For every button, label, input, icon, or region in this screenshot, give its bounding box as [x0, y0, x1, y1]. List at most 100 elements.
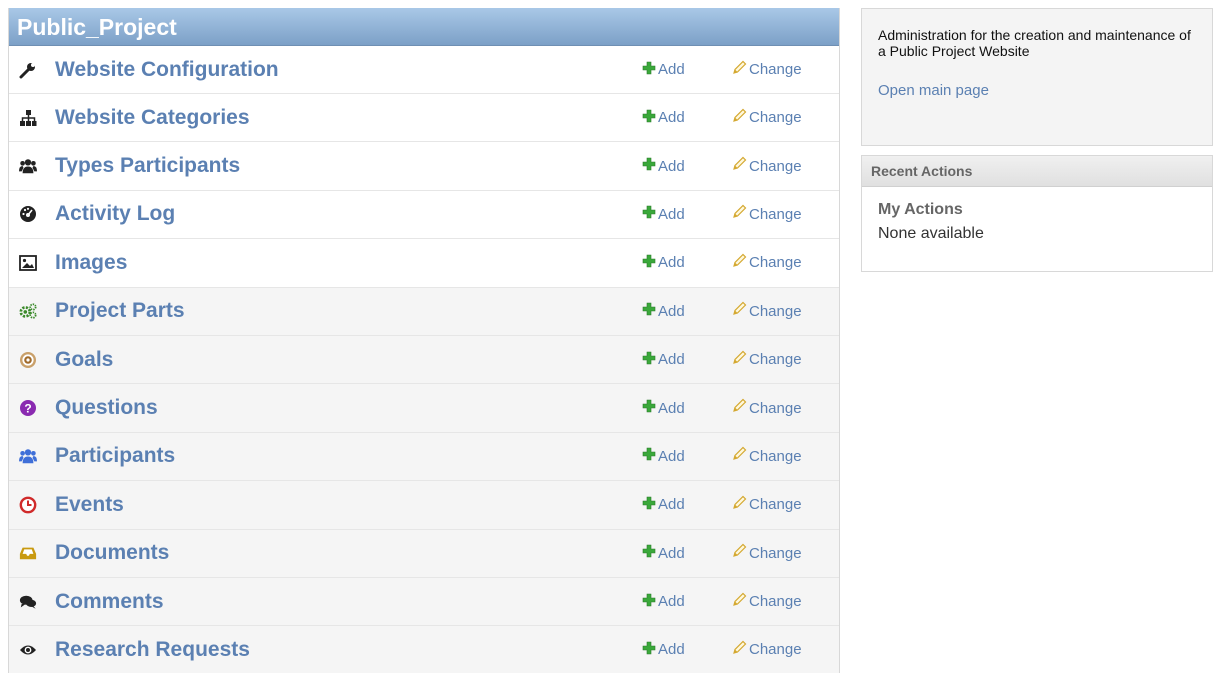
add-link[interactable]: Add: [642, 641, 685, 659]
add-label: Add: [658, 109, 685, 127]
model-link[interactable]: Questions: [55, 396, 158, 420]
add-label: Add: [658, 61, 685, 78]
change-link[interactable]: Change: [731, 204, 802, 224]
cogs-icon: [19, 302, 37, 320]
add-label: Add: [658, 205, 685, 223]
add-label: Add: [658, 157, 685, 175]
change-link[interactable]: Change: [731, 398, 802, 418]
add-link[interactable]: Add: [642, 447, 685, 465]
change-label: Change: [749, 447, 802, 465]
target-icon: [19, 351, 37, 369]
add-label: Add: [658, 302, 685, 320]
pencil-icon: [731, 204, 749, 224]
change-label: Change: [749, 399, 802, 417]
question-icon: ?: [19, 399, 37, 417]
model-row: Images Add Change: [9, 239, 839, 288]
add-link[interactable]: Add: [642, 109, 685, 127]
sitemap-icon: [19, 109, 37, 127]
model-row: Website Categories Add Change: [9, 94, 839, 143]
add-link[interactable]: Add: [642, 351, 685, 369]
dashboard-icon: [19, 205, 37, 223]
pencil-icon: [731, 301, 749, 321]
model-row: Comments Add Change: [9, 577, 839, 627]
module-caption[interactable]: Public_Project: [9, 8, 839, 46]
clock-icon: [19, 496, 37, 514]
picture-icon: [19, 254, 37, 272]
model-link[interactable]: Research Requests: [55, 638, 250, 662]
add-link[interactable]: Add: [642, 593, 685, 611]
model-row: Documents Add Change: [9, 529, 839, 578]
app-description: Administration for the creation and main…: [878, 27, 1191, 59]
recent-actions-title: Recent Actions: [862, 156, 1212, 187]
add-link[interactable]: Add: [642, 496, 685, 514]
plus-icon: [642, 157, 658, 175]
change-label: Change: [749, 157, 802, 175]
plus-icon: [642, 254, 658, 272]
add-link[interactable]: Add: [642, 254, 685, 272]
model-link[interactable]: Events: [55, 493, 124, 517]
change-link[interactable]: Change: [731, 253, 802, 273]
pencil-icon: [731, 253, 749, 273]
model-list: Website Configuration Add Change Website Ca…: [9, 46, 839, 673]
add-link[interactable]: Add: [642, 544, 685, 562]
change-link[interactable]: Change: [731, 60, 802, 80]
wrench-icon: [19, 61, 37, 79]
my-actions-heading: My Actions: [878, 201, 963, 218]
plus-icon: [642, 351, 658, 369]
add-link[interactable]: Add: [642, 61, 685, 79]
change-link[interactable]: Change: [731, 592, 802, 612]
add-link[interactable]: Add: [642, 157, 685, 175]
pencil-icon: [731, 640, 749, 660]
model-row: Events Add Change: [9, 481, 839, 530]
pencil-icon: [731, 60, 749, 80]
pencil-icon: [731, 592, 749, 612]
plus-icon: [642, 61, 658, 79]
change-label: Change: [749, 351, 802, 369]
svg-text:?: ?: [24, 402, 31, 416]
model-link[interactable]: Website Configuration: [55, 58, 279, 82]
change-link[interactable]: Change: [731, 156, 802, 176]
change-link[interactable]: Change: [731, 640, 802, 660]
model-row: Project Parts Add Change: [9, 287, 839, 336]
group-icon: [19, 447, 37, 465]
open-main-page-link[interactable]: Open main page: [878, 82, 989, 99]
eye-icon: [19, 641, 37, 659]
change-link[interactable]: Change: [731, 108, 802, 128]
plus-icon: [642, 205, 658, 223]
model-link[interactable]: Participants: [55, 444, 175, 468]
model-link[interactable]: Images: [55, 251, 127, 275]
recent-actions-module: Recent Actions My Actions None available: [861, 155, 1213, 272]
add-label: Add: [658, 593, 685, 611]
comments-icon: [19, 593, 37, 611]
pencil-icon: [731, 350, 749, 370]
change-link[interactable]: Change: [731, 301, 802, 321]
change-label: Change: [749, 302, 802, 320]
change-label: Change: [749, 641, 802, 659]
change-link[interactable]: Change: [731, 446, 802, 466]
model-row: Research Requests Add Change: [9, 626, 839, 673]
model-link[interactable]: Documents: [55, 541, 169, 565]
model-link[interactable]: Goals: [55, 348, 113, 372]
change-link[interactable]: Change: [731, 543, 802, 563]
model-link[interactable]: Types Participants: [55, 154, 240, 178]
plus-icon: [642, 544, 658, 562]
change-label: Change: [749, 496, 802, 514]
change-label: Change: [749, 254, 802, 272]
model-link[interactable]: Comments: [55, 590, 164, 614]
change-link[interactable]: Change: [731, 350, 802, 370]
add-label: Add: [658, 351, 685, 369]
add-link[interactable]: Add: [642, 399, 685, 417]
model-row: ? Questions Add Change: [9, 384, 839, 433]
add-link[interactable]: Add: [642, 302, 685, 320]
change-label: Change: [749, 593, 802, 611]
app-description-box: Administration for the creation and main…: [861, 8, 1213, 146]
change-link[interactable]: Change: [731, 495, 802, 515]
pencil-icon: [731, 398, 749, 418]
model-row: Activity Log Add Change: [9, 191, 839, 240]
model-link[interactable]: Project Parts: [55, 299, 185, 323]
model-link[interactable]: Website Categories: [55, 106, 250, 130]
add-label: Add: [658, 399, 685, 417]
add-label: Add: [658, 447, 685, 465]
model-link[interactable]: Activity Log: [55, 202, 175, 226]
add-link[interactable]: Add: [642, 205, 685, 223]
